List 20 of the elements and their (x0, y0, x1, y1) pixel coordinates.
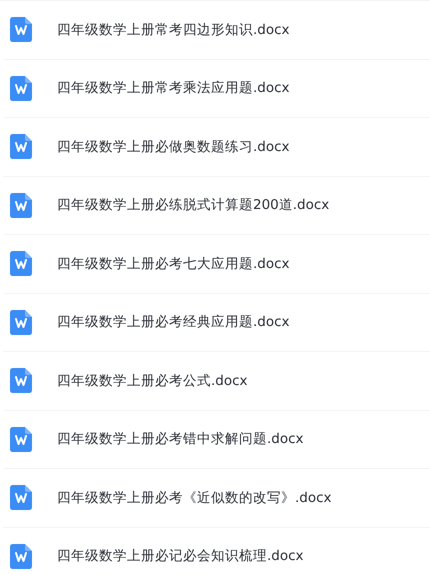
file-name[interactable]: 四年级数学上册必练脱式计算题200道.docx (57, 196, 330, 214)
file-name[interactable]: 四年级数学上册常考乘法应用题.docx (57, 79, 290, 98)
word-file-icon (10, 76, 32, 101)
word-file-icon (10, 17, 32, 42)
word-file-icon (10, 485, 32, 510)
file-name[interactable]: 四年级数学上册常考四边形知识.docx (57, 20, 290, 39)
word-file-icon (10, 426, 32, 452)
file-name[interactable]: 四年级数学上册必考公式.docx (57, 372, 248, 390)
word-file-icon (10, 192, 32, 218)
file-name[interactable]: 四年级数学上册必考经典应用题.docx (57, 313, 290, 332)
word-file-icon (10, 251, 32, 276)
file-name[interactable]: 四年级数学上册必考七大应用题.docx (57, 254, 290, 273)
word-file-icon (10, 368, 32, 394)
file-name[interactable]: 四年级数学上册必记必会知识梳理.docx (57, 547, 304, 566)
word-file-icon (10, 544, 32, 569)
file-name[interactable]: 四年级数学上册必做奥数题练习.docx (57, 138, 290, 156)
word-file-icon (10, 310, 32, 335)
file-name[interactable]: 四年级数学上册必考《近似数的改写》.docx (57, 488, 332, 507)
word-file-icon (10, 134, 32, 160)
file-name[interactable]: 四年级数学上册必考错中求解问题.docx (57, 430, 304, 448)
